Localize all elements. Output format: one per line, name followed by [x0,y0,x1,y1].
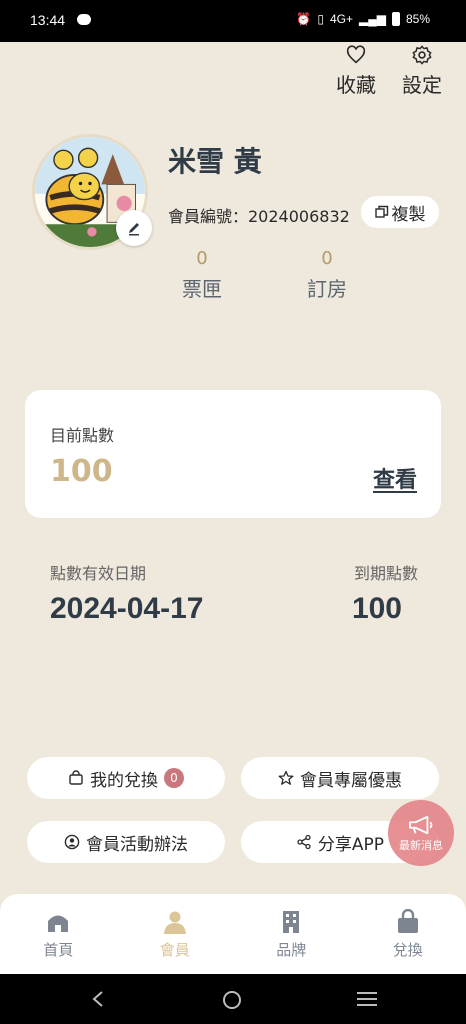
member-exclusive-button[interactable]: 會員專屬優惠 [241,757,439,799]
nav-member[interactable]: 會員 [117,894,234,974]
shopping-bag-icon [69,770,83,785]
current-points-label: 目前點數 [50,426,115,445]
vibrate-icon: ▯ [317,12,324,26]
my-redemptions-button[interactable]: 我的兌換 0 [27,757,225,799]
shopping-bag-icon [397,908,418,933]
ticket-wallet-stat[interactable]: 0 票匣 [162,248,242,302]
building-icon [283,910,300,933]
alarm-icon: ⏰ [296,12,312,26]
battery-label: 85% [405,12,430,26]
latest-news-label: 最新消息 [399,838,443,852]
view-points-link[interactable]: 查看 [373,462,417,494]
favorites-label: 收藏 [336,73,376,97]
nav-brand[interactable]: 品牌 [233,894,350,974]
share-app-label: 分享APP [317,834,385,855]
expiring-points-value: 100 [351,592,402,625]
star-icon [278,770,294,785]
home-icon [48,915,69,932]
ticket-wallet-count: 0 [196,248,208,269]
nav-home[interactable]: 首頁 [0,894,117,974]
member-number: 會員編號：2024006832 [168,207,350,226]
recents-icon[interactable] [356,990,378,1008]
top-actions: 收藏 設定 [336,44,442,98]
back-icon[interactable] [90,990,106,1008]
nav-redeem[interactable]: 兌換 [350,894,466,974]
user-icon [163,911,186,934]
expiring-points-label: 到期點數 [353,564,418,583]
my-redemptions-label: 我的兌換 [90,770,158,791]
copy-button[interactable]: 複製 [361,196,439,228]
gear-icon [412,45,432,65]
battery-icon [391,12,400,26]
redemption-count-badge: 0 [164,768,184,788]
home-circle-icon[interactable] [222,990,242,1010]
member-name: 米雪 黃 [168,145,262,178]
settings-button[interactable]: 設定 [402,44,442,98]
current-points-value: 100 [50,454,113,489]
copy-label: 複製 [391,204,426,225]
expiry-date-label: 點數有效日期 [50,564,147,583]
nav-redeem-label: 兌換 [392,940,423,959]
points-card: 目前點數 100 查看 [25,390,441,518]
nav-home-label: 首頁 [43,940,74,959]
expiry-date-value: 2024-04-17 [50,592,204,625]
booking-count: 0 [321,248,333,269]
status-time: 13:44 [30,12,66,28]
member-exclusive-label: 會員專屬優惠 [300,770,402,791]
booking-stat[interactable]: 0 訂房 [287,248,367,302]
nav-brand-label: 品牌 [276,940,307,959]
latest-news-button[interactable]: 最新消息 [388,800,454,866]
system-nav-bar [0,974,466,1024]
message-icon [77,14,91,25]
member-activity-rules-button[interactable]: 會員活動辦法 [27,821,225,863]
favorites-button[interactable]: 收藏 [336,44,376,98]
copy-icon [374,205,388,218]
user-circle-icon [64,834,80,850]
member-activity-rules-label: 會員活動辦法 [86,834,188,855]
booking-label: 訂房 [307,277,347,301]
heart-icon [346,45,366,64]
nav-member-label: 會員 [159,940,190,959]
signal-icon: ▂▄▆ [359,12,386,26]
settings-label: 設定 [402,73,442,97]
megaphone-icon [409,815,433,834]
ticket-wallet-label: 票匣 [182,277,222,301]
status-bar: 13:44 ⏰ ▯ 4G+ ▂▄▆ 85% [0,0,466,42]
bottom-nav: 首頁 會員 品牌 兌換 [0,894,466,974]
edit-avatar-button[interactable] [116,210,152,246]
pencil-icon [129,223,139,236]
share-icon [297,834,311,850]
network-label: 4G+ [329,12,353,26]
